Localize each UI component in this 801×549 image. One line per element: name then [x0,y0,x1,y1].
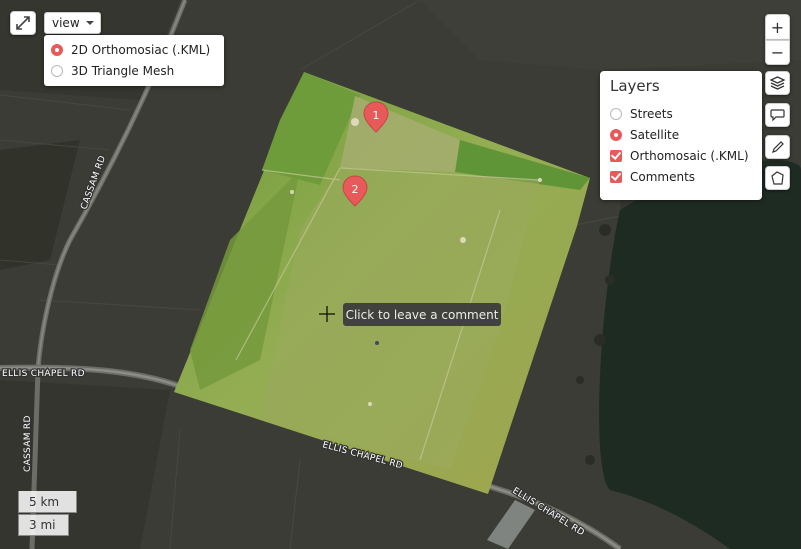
radio-selected-icon [610,128,622,141]
scale-imperial-label: 3 mi [29,518,56,532]
view-option-2d-orthomosaic[interactable]: 2D Orthomosiac (.KML) [44,39,224,60]
checkbox-checked-icon [610,149,622,162]
view-options-panel: 2D Orthomosiac (.KML) 3D Triangle Mesh [44,35,224,86]
add-comment-button[interactable] [765,103,790,127]
radio-selected-icon [51,43,63,56]
layers-icon [770,76,785,90]
radio-unselected-icon [610,107,622,120]
road-label-ellis-chapel-left: ELLIS CHAPEL RD [2,369,85,379]
minus-icon: − [770,43,785,62]
scale-bar-imperial: 3 mi [18,514,69,536]
layer-option-streets[interactable]: Streets [610,103,762,124]
svg-text:1: 1 [373,109,380,122]
fullscreen-button[interactable] [10,11,36,35]
layer-option-label: Orthomosaic (.KML) [630,148,749,163]
layer-option-satellite[interactable]: Satellite [610,124,762,145]
layers-panel-title: Layers [610,77,660,95]
layer-option-label: Streets [630,106,673,121]
layer-option-label: Satellite [630,127,680,142]
view-dropdown-label: view [52,16,80,30]
layer-option-comments[interactable]: Comments [610,166,762,187]
road-label-cassam-lower: CASSAM RD [23,415,33,472]
plus-icon: + [770,17,785,37]
view-option-label: 3D Triangle Mesh [71,63,175,78]
scale-bar-metric: 5 km [18,491,77,513]
polygon-icon [771,170,784,185]
zoom-in-button[interactable]: + [765,14,790,40]
layer-option-label: Comments [630,169,696,184]
comment-icon [770,109,785,122]
layers-panel: Layers Streets Satellite Orthomosaic (.K… [600,71,762,200]
comment-tooltip: Click to leave a comment [343,303,501,326]
draw-line-button[interactable] [765,135,790,159]
radio-unselected-icon [51,64,63,77]
draw-polygon-button[interactable] [765,166,790,190]
svg-text:2: 2 [352,183,359,196]
scale-metric-label: 5 km [29,494,60,509]
zoom-out-button[interactable]: − [765,40,790,65]
view-option-3d-mesh[interactable]: 3D Triangle Mesh [44,60,224,81]
chevron-down-icon [86,21,94,25]
view-option-label: 2D Orthomosiac (.KML) [71,42,211,57]
pencil-icon [771,141,784,153]
layers-toggle-button[interactable] [765,71,790,95]
expand-icon [16,16,30,30]
layer-option-orthomosaic[interactable]: Orthomosaic (.KML) [610,145,762,166]
view-dropdown[interactable]: view [44,12,101,34]
checkbox-checked-icon [610,170,622,183]
